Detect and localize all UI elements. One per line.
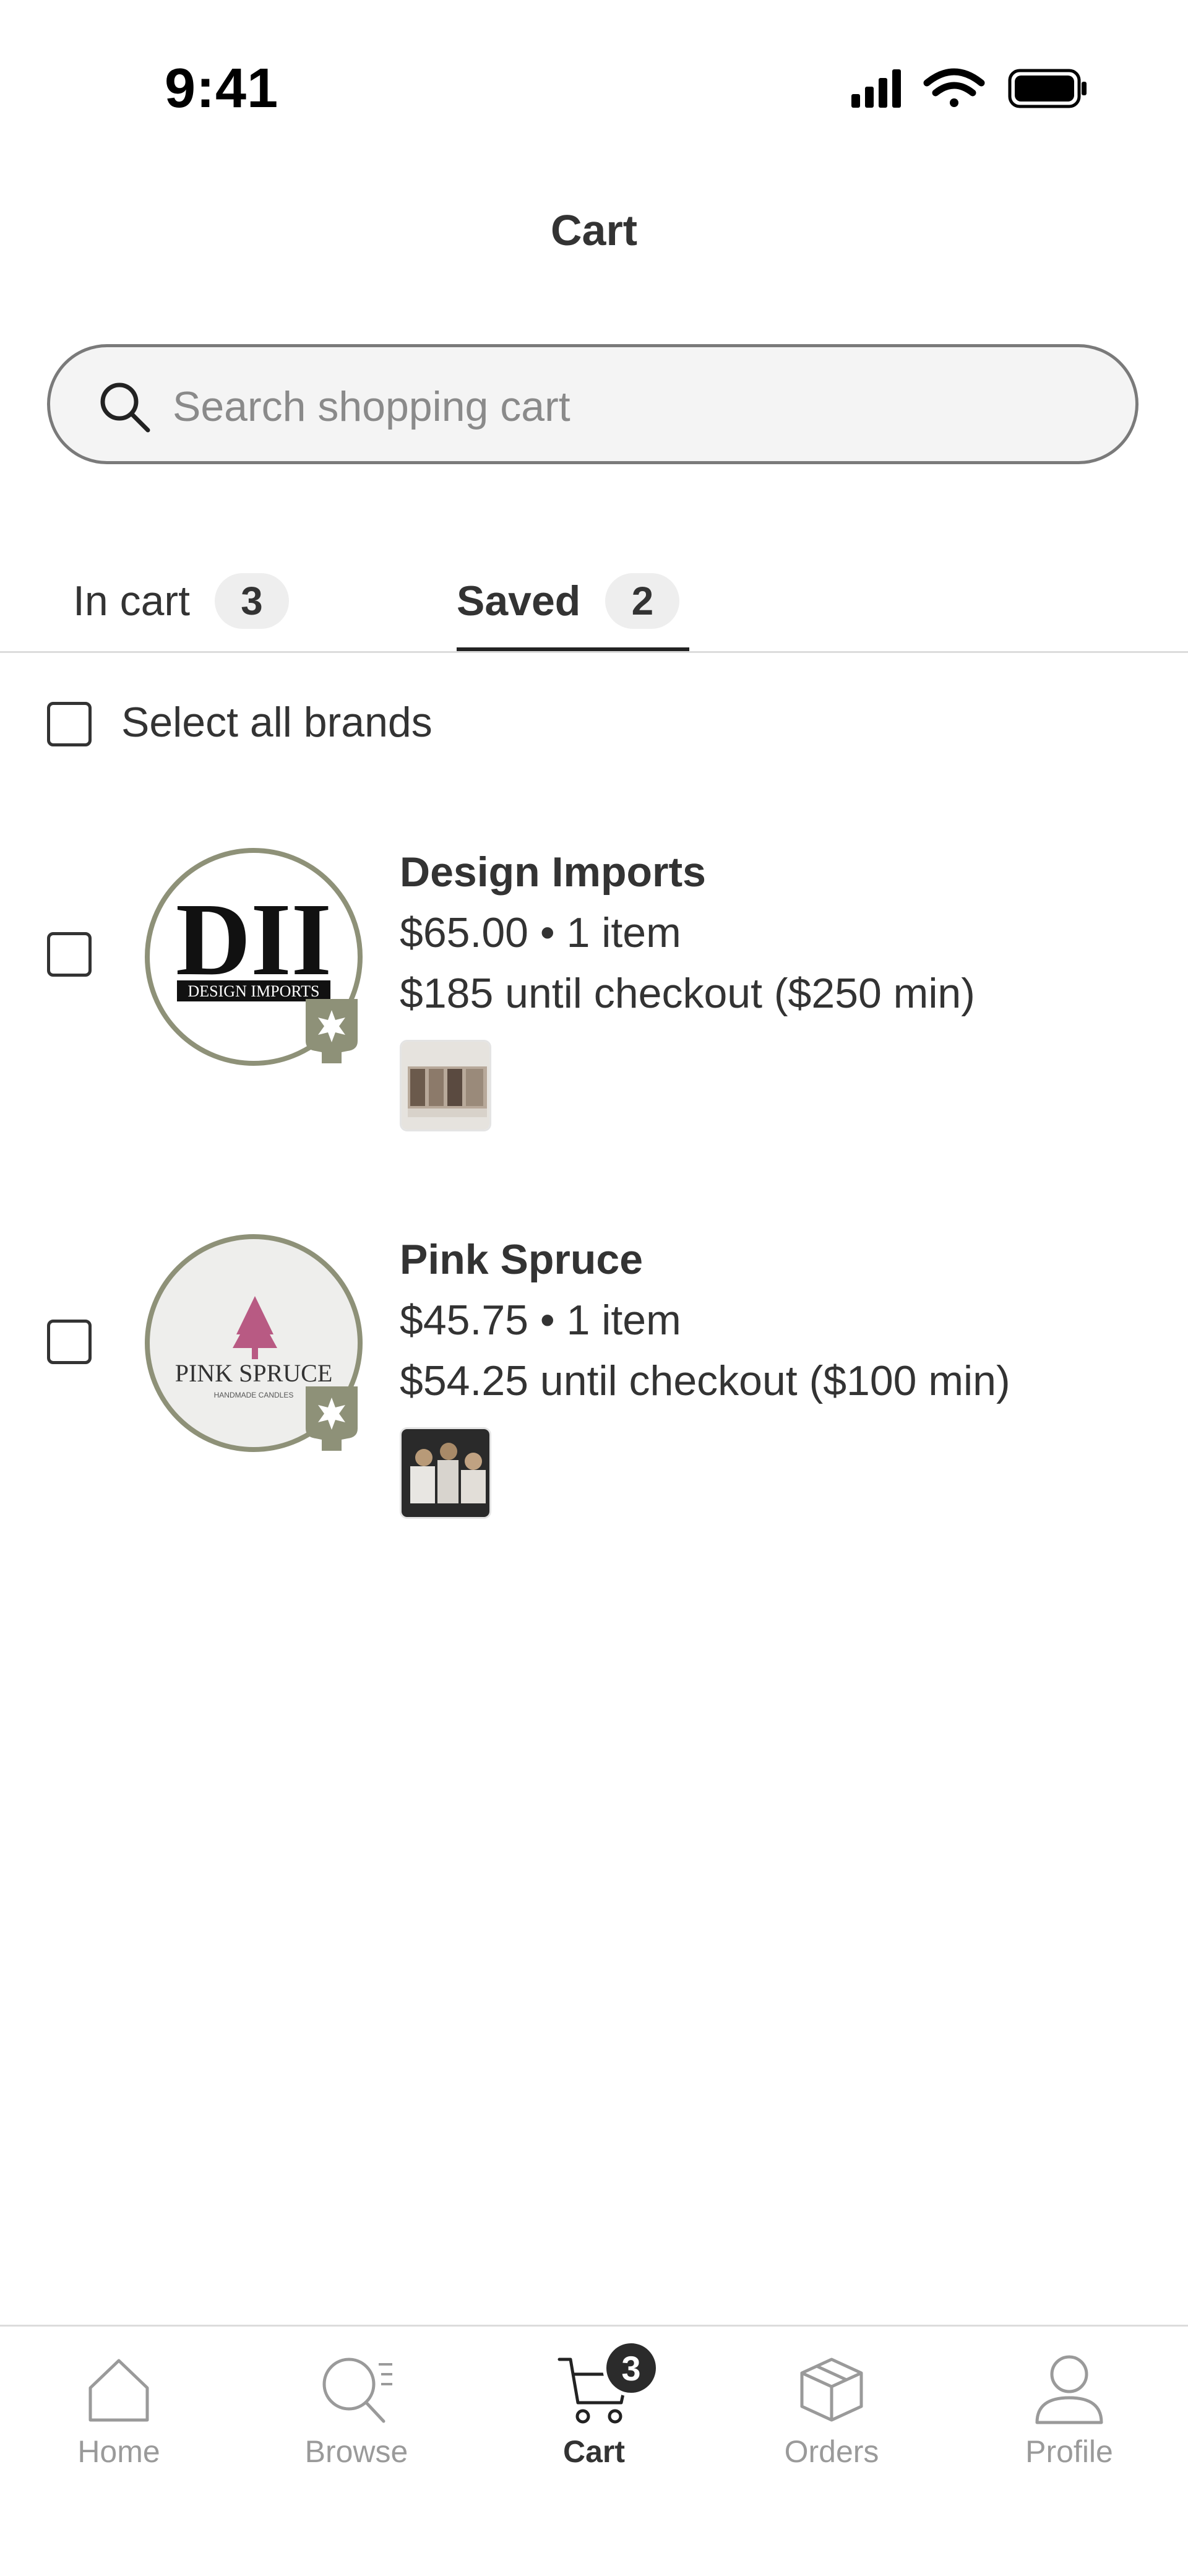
cart-count-badge: 3 <box>603 2340 660 2397</box>
product-thumbnail[interactable] <box>400 1427 491 1519</box>
nav-home-label: Home <box>77 2434 160 2469</box>
tab-in-cart[interactable]: In cart 3 <box>73 548 289 654</box>
svg-text:DII: DII <box>176 882 332 997</box>
page-title: Cart <box>550 206 638 254</box>
nav-cart-label: Cart <box>562 2434 626 2469</box>
nav-browse-label: Browse <box>304 2434 408 2469</box>
tab-in-cart-count: 3 <box>214 573 289 629</box>
brand-summary: $45.75 • 1 item <box>400 1297 681 1344</box>
nav-profile-label: Profile <box>1025 2434 1113 2469</box>
wifi-icon <box>923 68 985 107</box>
star-seller-badge-icon <box>306 999 358 1063</box>
star-seller-badge-icon <box>306 1386 358 1451</box>
battery-icon <box>1008 69 1087 108</box>
select-all-label[interactable]: Select all brands <box>121 698 433 746</box>
nav-cart[interactable]: 3 Cart <box>475 2340 713 2476</box>
nav-orders-label: Orders <box>784 2434 879 2469</box>
svg-text:PINK SPRUCE: PINK SPRUCE <box>175 1359 333 1387</box>
brand-checkbox[interactable] <box>47 932 92 977</box>
product-thumbnail[interactable] <box>400 1040 491 1131</box>
status-icons <box>851 68 1087 108</box>
nav-orders[interactable]: Orders <box>713 2340 950 2476</box>
brand-checkbox[interactable] <box>47 1320 92 1364</box>
brand-row-pink-spruce[interactable]: PINK SPRUCE HANDMADE CANDLES Pink Spruce… <box>0 1217 1188 1539</box>
svg-text:DESIGN IMPORTS: DESIGN IMPORTS <box>188 982 320 1000</box>
tree-icon <box>233 1296 277 1359</box>
nav-profile[interactable]: Profile <box>950 2340 1188 2476</box>
status-time: 9:41 <box>165 58 279 119</box>
tabs-divider <box>0 651 1188 653</box>
nav-home[interactable]: Home <box>0 2340 238 2476</box>
home-icon <box>88 2359 149 2422</box>
brand-name[interactable]: Pink Spruce <box>400 1235 643 1284</box>
checkout-minimum-note: $54.25 until checkout ($100 min) <box>400 1357 1010 1404</box>
svg-text:HANDMADE CANDLES: HANDMADE CANDLES <box>214 1391 294 1399</box>
tab-saved-label: Saved <box>457 577 581 625</box>
person-icon <box>1035 2355 1103 2424</box>
search-input[interactable] <box>171 366 1102 447</box>
tab-in-cart-label: In cart <box>73 577 190 625</box>
cellular-signal-icon <box>851 69 901 108</box>
bottom-nav-divider <box>0 2325 1188 2327</box>
search-bar[interactable] <box>47 344 1138 464</box>
tab-saved-count: 2 <box>605 573 680 629</box>
browse-icon <box>322 2358 392 2423</box>
select-all-checkbox[interactable] <box>47 702 92 746</box>
box-icon <box>800 2358 863 2422</box>
brand-row-design-imports[interactable]: DII DESIGN IMPORTS Design Imports $65.00… <box>0 829 1188 1151</box>
tab-saved[interactable]: Saved 2 <box>457 548 680 654</box>
nav-browse[interactable]: Browse <box>238 2340 475 2476</box>
brand-summary: $65.00 • 1 item <box>400 909 681 956</box>
search-icon <box>100 383 150 433</box>
checkout-minimum-note: $185 until checkout ($250 min) <box>400 970 975 1017</box>
brand-name[interactable]: Design Imports <box>400 848 706 896</box>
